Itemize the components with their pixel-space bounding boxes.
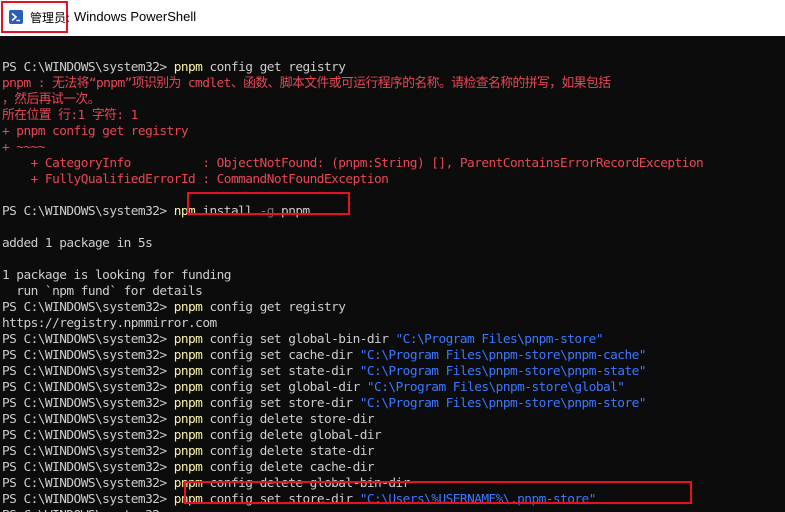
console-text-segment: "C:\Program Files\pnpm-store\global" — [366, 380, 625, 395]
console-text-segment: config set global-dir — [202, 380, 367, 395]
console-text-segment: config set store-dir — [202, 492, 360, 507]
console-text-segment: PS C:\WINDOWS\system32> — [2, 300, 174, 315]
console-text-segment: config delete store-dir — [202, 412, 375, 427]
console-line: PS C:\WINDOWS\system32> pnpm config set … — [2, 396, 646, 412]
console-text-segment: run `npm fund` for details — [2, 284, 203, 299]
title-admin-label: 管理员: — [30, 11, 71, 25]
console-line: + pnpm config get registry — [2, 124, 189, 140]
console-output[interactable]: PS C:\WINDOWS\system32> pnpm config get … — [0, 36, 785, 512]
console-text-segment: + ~~~~ — [2, 140, 45, 155]
console-line: + FullyQualifiedErrorId : CommandNotFoun… — [2, 172, 389, 188]
console-text-segment: pnpm — [173, 476, 203, 491]
console-text-segment: + FullyQualifiedErrorId : CommandNotFoun… — [2, 172, 389, 187]
console-text-segment: added 1 package in 5s — [2, 236, 153, 251]
console-text-segment: "C:\Program Files\pnpm-store\pnpm-state" — [359, 364, 647, 379]
console-line: PS C:\WINDOWS\system32> pnpm config set … — [2, 348, 646, 364]
console-text-segment: PS C:\WINDOWS\system32> — [2, 460, 174, 475]
console-line: + CategoryInfo : ObjectNotFound: (pnpm:S… — [2, 156, 704, 172]
console-line: PS C:\WINDOWS\system32> pnpm config get … — [2, 60, 346, 76]
console-text-segment: config set global-bin-dir — [202, 332, 396, 347]
window-title: Windows PowerShell — [74, 9, 197, 24]
console-line: PS C:\WINDOWS\system32> — [2, 508, 174, 512]
console-text-segment: + CategoryInfo : ObjectNotFound: (pnpm:S… — [2, 156, 704, 171]
console-text-segment: PS C:\WINDOWS\system32> — [2, 508, 174, 512]
console-text-segment: pnpm — [173, 332, 203, 347]
console-text-segment: pnpm — [173, 428, 203, 443]
console-text-segment: config set cache-dir — [202, 348, 360, 363]
console-text-segment: 所在位置 行:1 字符: 1 — [2, 108, 138, 123]
console-text-segment: npm — [173, 204, 196, 219]
console-text-segment: config delete cache-dir — [202, 460, 375, 475]
console-text-segment: config delete global-bin-dir — [202, 476, 410, 491]
console-line: https://registry.npmmirror.com — [2, 316, 217, 332]
console-text-segment: PS C:\WINDOWS\system32> — [2, 428, 174, 443]
console-text-segment: pnpm — [173, 412, 203, 427]
console-line: PS C:\WINDOWS\system32> npm install -g p… — [2, 204, 310, 220]
console-line: pnpm : 无法将“pnpm”项识别为 cmdlet、函数、脚本文件或可运行程… — [2, 76, 611, 92]
console-text-segment: PS C:\WINDOWS\system32> — [2, 476, 174, 491]
console-text-segment: PS C:\WINDOWS\system32> — [2, 332, 174, 347]
console-text-segment: pnpm — [173, 364, 203, 379]
console-text-segment: PS C:\WINDOWS\system32> — [2, 444, 174, 459]
console-text-segment: 1 package is looking for funding — [2, 268, 232, 283]
console-text-segment: pnpm — [173, 396, 203, 411]
console-text-segment: pnpm — [173, 444, 203, 459]
console-text-segment: pnpm — [173, 492, 203, 507]
console-text-segment: config get registry — [202, 300, 346, 315]
console-text-segment: pnpm — [173, 60, 203, 75]
console-text-segment: pnpm — [173, 380, 203, 395]
console-text-segment: pnpm — [173, 348, 203, 363]
console-text-segment: config get registry — [202, 60, 346, 75]
console-text-segment: pnpm : 无法将“pnpm”项识别为 cmdlet、函数、脚本文件或可运行程… — [2, 76, 611, 91]
console-text-segment: PS C:\WINDOWS\system32> — [2, 348, 174, 363]
console-text-segment: pnpm — [273, 204, 310, 219]
console-text-segment: PS C:\WINDOWS\system32> — [2, 60, 174, 75]
console-text-segment: "C:\Users\%USERNAME%\.pnpm-store" — [359, 492, 597, 507]
console-line: run `npm fund` for details — [2, 284, 203, 300]
console-line: PS C:\WINDOWS\system32> pnpm config get … — [2, 300, 346, 316]
console-text-segment: PS C:\WINDOWS\system32> — [2, 412, 174, 427]
console-line: PS C:\WINDOWS\system32> pnpm config dele… — [2, 476, 410, 492]
console-line: PS C:\WINDOWS\system32> pnpm config set … — [2, 492, 596, 508]
console-line: PS C:\WINDOWS\system32> pnpm config set … — [2, 332, 604, 348]
console-text-segment: install — [195, 204, 260, 219]
console-text-segment: https://registry.npmmirror.com — [2, 316, 217, 331]
console-line: added 1 package in 5s — [2, 236, 153, 252]
console-line: PS C:\WINDOWS\system32> pnpm config dele… — [2, 428, 382, 444]
console-line: ，然后再试一次。 — [2, 92, 101, 108]
console-text-segment: PS C:\WINDOWS\system32> — [2, 204, 174, 219]
console-text-segment: config delete state-dir — [202, 444, 375, 459]
console-text-segment: + pnpm config get registry — [2, 124, 189, 139]
console-line: PS C:\WINDOWS\system32> pnpm config dele… — [2, 460, 375, 476]
console-text-segment: PS C:\WINDOWS\system32> — [2, 396, 174, 411]
console-line: PS C:\WINDOWS\system32> pnpm config set … — [2, 364, 646, 380]
powershell-icon — [9, 10, 23, 24]
console-text-segment: PS C:\WINDOWS\system32> — [2, 364, 174, 379]
console-line: + ~~~~ — [2, 140, 45, 156]
console-text-segment: config set store-dir — [202, 396, 360, 411]
console-text-segment: "C:\Program Files\pnpm-store\pnpm-cache" — [359, 348, 647, 363]
console-text-segment: ，然后再试一次。 — [2, 92, 101, 107]
console-text-segment: config set state-dir — [202, 364, 360, 379]
console-text-segment: PS C:\WINDOWS\system32> — [2, 492, 174, 507]
console-line: PS C:\WINDOWS\system32> pnpm config dele… — [2, 412, 375, 428]
console-text-segment: PS C:\WINDOWS\system32> — [2, 380, 174, 395]
console-text-segment: config delete global-dir — [202, 428, 382, 443]
console-text-segment: -g — [259, 204, 275, 219]
powershell-window: 管理员: Windows PowerShell PS C:\WINDOWS\sy… — [0, 0, 785, 512]
console-line: PS C:\WINDOWS\system32> pnpm config dele… — [2, 444, 375, 460]
console-line: 1 package is looking for funding — [2, 268, 232, 284]
console-line: PS C:\WINDOWS\system32> pnpm config set … — [2, 380, 625, 396]
console-text-segment: "C:\Program Files\pnpm-store\pnpm-store" — [359, 396, 647, 411]
console-line: 所在位置 行:1 字符: 1 — [2, 108, 138, 124]
console-text-segment: pnpm — [173, 460, 203, 475]
console-text-segment: "C:\Program Files\pnpm-store" — [395, 332, 604, 347]
console-text-segment: pnpm — [173, 300, 203, 315]
title-bar[interactable]: 管理员: Windows PowerShell — [0, 0, 785, 36]
